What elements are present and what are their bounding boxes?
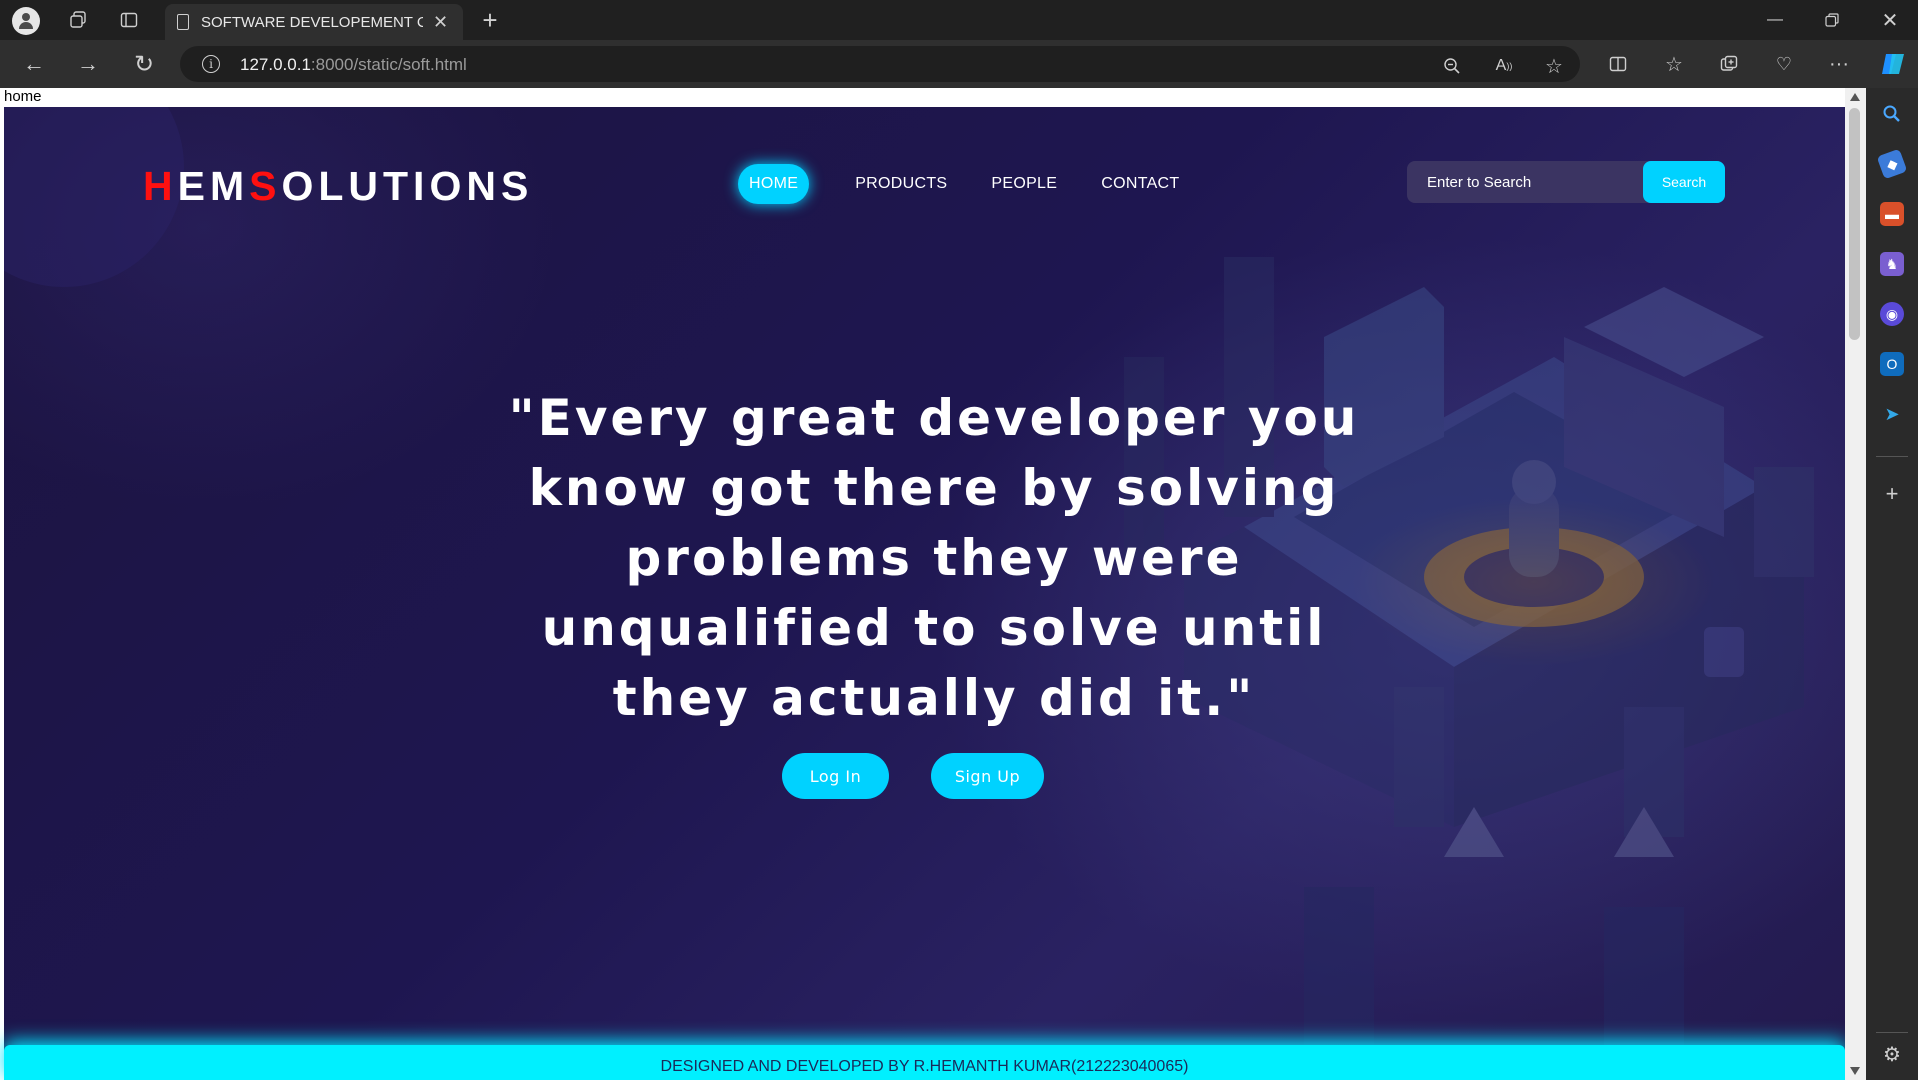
workspaces-icon[interactable]: [64, 6, 92, 34]
edge-sidebar: ◆ ▬ ♞ ◉ O ➤ + ⚙: [1866, 88, 1918, 1080]
sidebar-divider-bottom: [1876, 1032, 1908, 1033]
home-text: home: [4, 88, 42, 105]
read-aloud-icon[interactable]: A)): [1492, 54, 1516, 78]
scroll-up-icon[interactable]: [1850, 93, 1860, 101]
vertical-scrollbar[interactable]: [1845, 88, 1866, 1080]
browser-essentials-icon[interactable]: ♡: [1770, 50, 1798, 78]
nav-people[interactable]: PEOPLE: [981, 165, 1067, 203]
browser-tab[interactable]: SOFTWARE DEVELOPEMENT COI ✕: [165, 4, 463, 40]
games-icon[interactable]: ♞: [1880, 252, 1904, 276]
split-screen-icon[interactable]: [1604, 50, 1632, 78]
collections-icon[interactable]: [1715, 50, 1743, 78]
profile-icon[interactable]: [12, 7, 40, 35]
page-viewport: home HEMSOLUTIONS HOME PRODUCTS PEOPLE C…: [0, 88, 1845, 1080]
nav-home[interactable]: HOME: [738, 164, 810, 204]
site-logo[interactable]: HEMSOLUTIONS: [143, 163, 533, 210]
more-icon[interactable]: ···: [1825, 50, 1853, 78]
search-button[interactable]: Search: [1643, 161, 1725, 203]
restore-icon[interactable]: [1812, 4, 1852, 36]
url-text[interactable]: 127.0.0.1:8000/static/soft.html: [240, 55, 467, 75]
tab-bar: SOFTWARE DEVELOPEMENT COI ✕ + — ✕: [0, 0, 1918, 40]
refresh-icon[interactable]: ↻: [128, 48, 160, 80]
new-tab-icon[interactable]: +: [476, 5, 504, 35]
window-close-icon[interactable]: ✕: [1870, 4, 1910, 36]
scroll-thumb[interactable]: [1849, 108, 1860, 340]
hero-section: HEMSOLUTIONS HOME PRODUCTS PEOPLE CONTAC…: [4, 107, 1845, 1059]
outlook-icon[interactable]: O: [1880, 352, 1904, 376]
close-icon[interactable]: ✕: [433, 12, 448, 33]
scroll-down-icon[interactable]: [1850, 1067, 1860, 1075]
site-footer: DESIGNED AND DEVELOPED BY R.HEMANTH KUMA…: [4, 1045, 1845, 1080]
search-box: Search: [1407, 161, 1725, 203]
document-icon: [177, 14, 189, 30]
search-input[interactable]: [1407, 161, 1639, 203]
shopping-tag-icon[interactable]: ◆: [1876, 148, 1908, 180]
drop-icon[interactable]: ➤: [1880, 402, 1904, 426]
tools-icon[interactable]: ▬: [1880, 202, 1904, 226]
address-bar: ← → ↻ i 127.0.0.1:8000/static/soft.html …: [0, 40, 1918, 88]
info-icon[interactable]: i: [202, 55, 220, 73]
forward-icon[interactable]: →: [72, 48, 104, 80]
settings-icon[interactable]: ⚙: [1880, 1042, 1904, 1066]
sidebar-divider: [1876, 456, 1908, 457]
back-icon[interactable]: ←: [18, 48, 50, 80]
favorite-star-icon[interactable]: ☆: [1542, 54, 1566, 78]
nav-products[interactable]: PRODUCTS: [845, 165, 957, 203]
nav-contact[interactable]: CONTACT: [1091, 165, 1189, 203]
hero-quote: "Every great developer you know got ther…: [508, 389, 1360, 727]
minimize-icon[interactable]: —: [1755, 4, 1795, 36]
zoom-out-icon[interactable]: [1440, 54, 1464, 78]
microsoft365-icon[interactable]: ◉: [1880, 302, 1904, 326]
signup-button[interactable]: Sign Up: [931, 753, 1044, 799]
tab-actions-icon[interactable]: [115, 6, 143, 34]
copilot-icon[interactable]: [1878, 49, 1908, 79]
main-nav: HOME PRODUCTS PEOPLE CONTACT: [738, 164, 1213, 204]
login-button[interactable]: Log In: [782, 753, 889, 799]
search-sidebar-icon[interactable]: [1880, 102, 1904, 126]
omnibox[interactable]: i 127.0.0.1:8000/static/soft.html A)) ☆: [180, 46, 1580, 82]
add-icon[interactable]: +: [1880, 481, 1904, 506]
tab-title: SOFTWARE DEVELOPEMENT COI: [201, 13, 423, 31]
favorites-icon[interactable]: ☆: [1660, 50, 1688, 78]
